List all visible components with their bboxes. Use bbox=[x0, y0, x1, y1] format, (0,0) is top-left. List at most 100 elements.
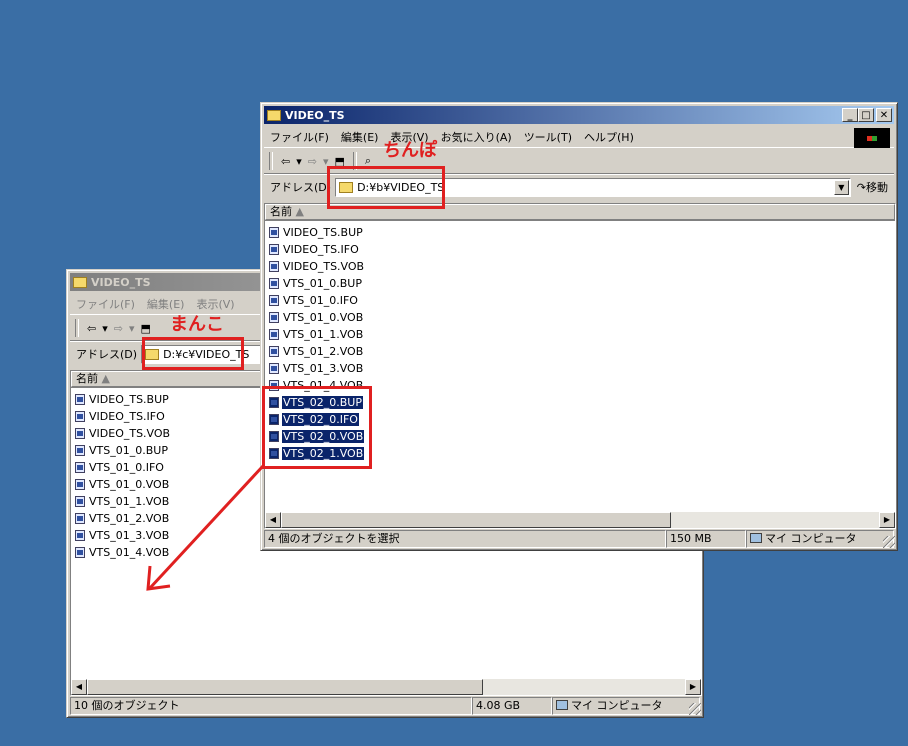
file-item[interactable]: VIDEO_TS.IFO bbox=[75, 408, 171, 425]
close-button[interactable]: ✕ bbox=[876, 108, 892, 122]
media-file-icon bbox=[269, 261, 279, 272]
folder-icon bbox=[73, 276, 87, 288]
file-item[interactable]: VTS_01_0.BUP bbox=[269, 275, 365, 292]
scroll-left-icon[interactable]: ◀ bbox=[265, 512, 281, 528]
status-location: マイ コンピュータ bbox=[552, 697, 700, 715]
scroll-right-icon[interactable]: ▶ bbox=[685, 679, 701, 695]
file-item[interactable]: VIDEO_TS.VOB bbox=[75, 425, 171, 442]
file-name: VTS_01_0.BUP bbox=[283, 277, 362, 290]
file-item[interactable]: VTS_01_1.VOB bbox=[75, 493, 171, 510]
right-status-bar: 4 個のオブジェクトを選択 150 MB マイ コンピュータ bbox=[264, 530, 894, 548]
media-file-icon bbox=[75, 462, 85, 473]
file-name: VTS_01_3.VOB bbox=[89, 529, 170, 542]
media-file-icon bbox=[269, 329, 279, 340]
dropdown-arrow-icon[interactable]: ▾ bbox=[296, 155, 302, 168]
status-count: 10 個のオブジェクト bbox=[70, 697, 472, 715]
file-item[interactable]: VTS_01_0.IFO bbox=[75, 459, 171, 476]
file-item[interactable]: VIDEO_TS.BUP bbox=[75, 391, 171, 408]
resize-grip[interactable] bbox=[689, 703, 701, 715]
right-file-list-pane[interactable]: 名前 ▲ VIDEO_TS.BUP VIDEO_TS.IFO VIDEO_TS.VO… bbox=[264, 203, 896, 529]
file-item[interactable]: VIDEO_TS.VOB bbox=[269, 258, 365, 275]
my-computer-icon bbox=[750, 533, 762, 543]
media-file-icon bbox=[75, 513, 85, 524]
file-name: VIDEO_TS.IFO bbox=[89, 410, 165, 423]
annotation-label-left: まんこ bbox=[170, 314, 224, 335]
menu-edit[interactable]: 編集(E) bbox=[335, 129, 385, 145]
dropdown-arrow-icon[interactable]: ▾ bbox=[129, 322, 135, 335]
annotation-label-right: ちんぽ bbox=[383, 140, 437, 161]
file-item[interactable]: VTS_01_0.IFO bbox=[269, 292, 365, 309]
dropdown-arrow-icon[interactable]: ▾ bbox=[102, 322, 108, 335]
annotation-box-left-address bbox=[142, 337, 244, 370]
forward-icon[interactable]: ⇨ bbox=[308, 155, 317, 168]
menu-help[interactable]: ヘルプ(H) bbox=[578, 129, 640, 145]
file-item[interactable]: VIDEO_TS.IFO bbox=[269, 241, 365, 258]
up-folder-icon[interactable]: ⬒ bbox=[141, 322, 151, 335]
left-window-title: VIDEO_TS bbox=[91, 275, 151, 289]
media-file-icon bbox=[269, 363, 279, 374]
address-dropdown-button[interactable]: ▼ bbox=[833, 179, 849, 195]
back-icon[interactable]: ⇦ bbox=[87, 322, 96, 335]
menu-favorites[interactable]: お気に入り(A) bbox=[435, 129, 518, 145]
media-file-icon bbox=[75, 547, 85, 558]
forward-icon[interactable]: ⇨ bbox=[114, 322, 123, 335]
toolbar-grip bbox=[269, 152, 273, 170]
right-menubar: ファイル(F) 編集(E) 表示(V) お気に入り(A) ツール(T) ヘルプ(… bbox=[264, 127, 894, 148]
file-name: VTS_01_0.VOB bbox=[283, 311, 364, 324]
menu-file[interactable]: ファイル(F) bbox=[264, 129, 335, 145]
menu-file[interactable]: ファイル(F) bbox=[70, 296, 141, 312]
horizontal-scrollbar[interactable]: ◀ ▶ bbox=[71, 679, 701, 695]
left-status-bar: 10 個のオブジェクト 4.08 GB マイ コンピュータ bbox=[70, 697, 700, 715]
file-item[interactable]: VTS_01_2.VOB bbox=[75, 510, 171, 527]
media-file-icon bbox=[75, 428, 85, 439]
file-item[interactable]: VTS_01_3.VOB bbox=[75, 527, 171, 544]
file-name: VTS_01_0.BUP bbox=[89, 444, 168, 457]
media-file-icon bbox=[75, 496, 85, 507]
file-item[interactable]: VTS_01_1.VOB bbox=[269, 326, 365, 343]
file-item[interactable]: VTS_01_0.VOB bbox=[75, 476, 171, 493]
status-size: 4.08 GB bbox=[472, 697, 552, 715]
media-file-icon bbox=[75, 479, 85, 490]
resize-grip[interactable] bbox=[883, 536, 895, 548]
media-file-icon bbox=[269, 295, 279, 306]
file-item[interactable]: VTS_01_3.VOB bbox=[269, 360, 365, 377]
go-arrow-icon: ↷ bbox=[856, 181, 866, 194]
file-name: VTS_01_3.VOB bbox=[283, 362, 364, 375]
file-name: VTS_01_0.IFO bbox=[283, 294, 358, 307]
status-location: マイ コンピュータ bbox=[746, 530, 894, 548]
file-name: VTS_01_0.VOB bbox=[89, 478, 170, 491]
left-file-list: VIDEO_TS.BUP VIDEO_TS.IFO VIDEO_TS.VOB VTS_… bbox=[75, 391, 171, 561]
file-item[interactable]: VTS_01_0.BUP bbox=[75, 442, 171, 459]
file-item[interactable]: VTS_01_2.VOB bbox=[269, 343, 365, 360]
scroll-thumb[interactable] bbox=[281, 512, 671, 528]
scroll-thumb[interactable] bbox=[87, 679, 483, 695]
file-item[interactable]: VTS_01_4.VOB bbox=[75, 544, 171, 561]
file-item[interactable]: VTS_01_0.VOB bbox=[269, 309, 365, 326]
horizontal-scrollbar[interactable]: ◀ ▶ bbox=[265, 512, 895, 528]
windows-logo-icon bbox=[854, 128, 890, 148]
file-name: VIDEO_TS.IFO bbox=[283, 243, 359, 256]
media-file-icon bbox=[269, 312, 279, 323]
window-controls: _ □ ✕ bbox=[842, 108, 892, 122]
file-name: VTS_01_2.VOB bbox=[89, 512, 170, 525]
file-name: VIDEO_TS.BUP bbox=[283, 226, 363, 239]
file-name: VIDEO_TS.VOB bbox=[89, 427, 171, 440]
file-item[interactable]: VIDEO_TS.BUP bbox=[269, 224, 365, 241]
minimize-button[interactable]: _ bbox=[842, 108, 858, 122]
file-name: VTS_01_4.VOB bbox=[89, 546, 170, 559]
file-name: VIDEO_TS.BUP bbox=[89, 393, 169, 406]
maximize-button[interactable]: □ bbox=[858, 108, 874, 122]
scroll-left-icon[interactable]: ◀ bbox=[71, 679, 87, 695]
menu-tools[interactable]: ツール(T) bbox=[518, 129, 578, 145]
media-file-icon bbox=[269, 244, 279, 255]
go-button[interactable]: ↷移動 bbox=[851, 179, 894, 195]
scroll-right-icon[interactable]: ▶ bbox=[879, 512, 895, 528]
right-window-title: VIDEO_TS bbox=[285, 108, 345, 122]
right-title-bar[interactable]: VIDEO_TS _ □ ✕ bbox=[264, 106, 894, 124]
media-file-icon bbox=[75, 445, 85, 456]
file-name: VTS_01_2.VOB bbox=[283, 345, 364, 358]
address-label: アドレス(D) bbox=[76, 348, 138, 361]
back-icon[interactable]: ⇦ bbox=[281, 155, 290, 168]
status-size: 150 MB bbox=[666, 530, 746, 548]
file-name: VIDEO_TS.VOB bbox=[283, 260, 365, 273]
